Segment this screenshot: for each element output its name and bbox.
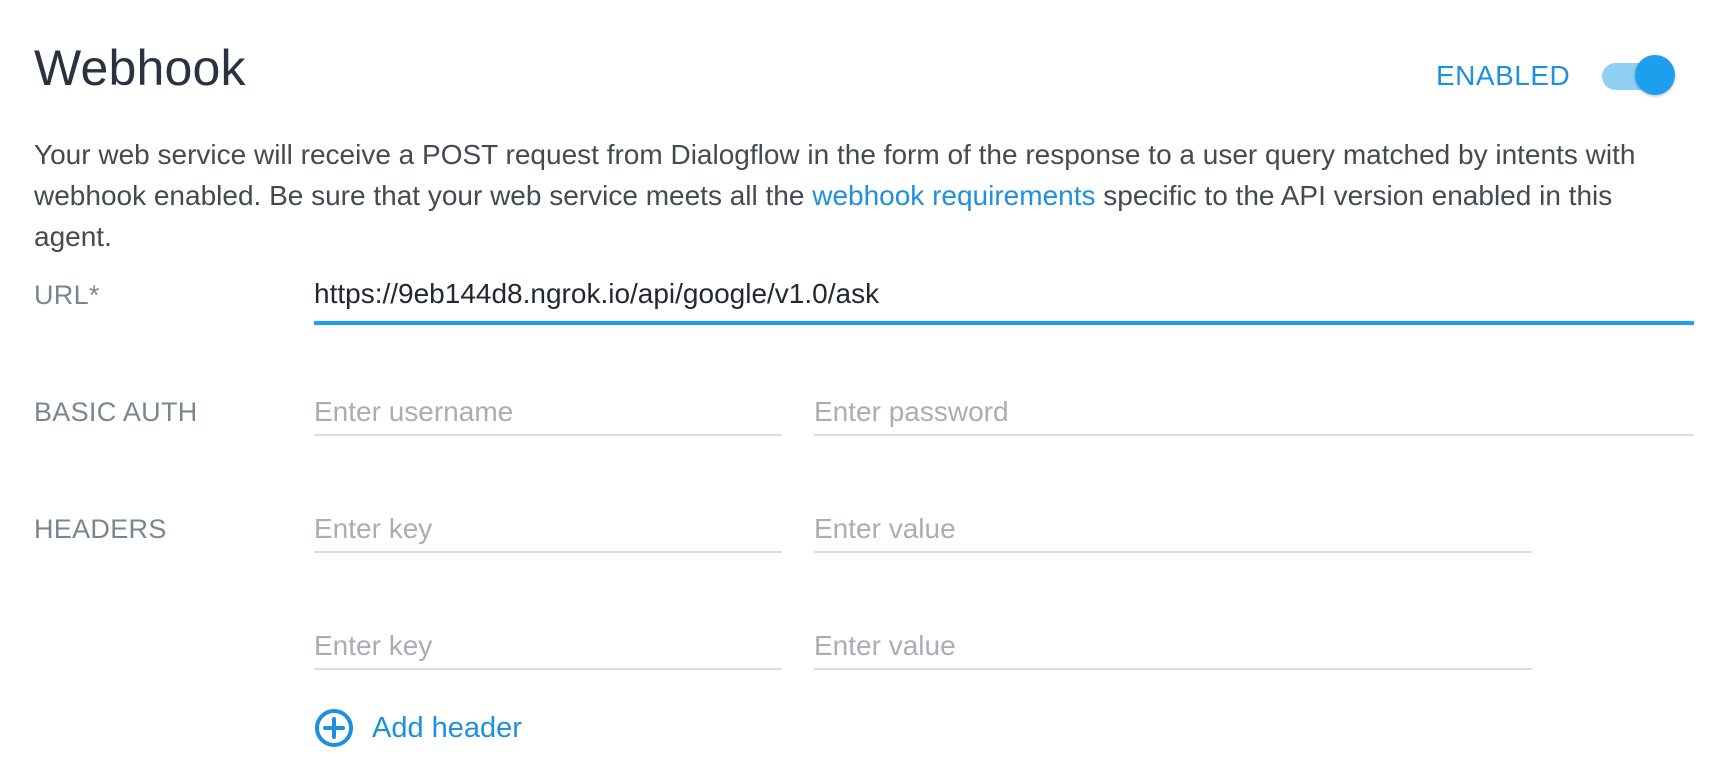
header-value-field-2 <box>814 626 1532 670</box>
url-field <box>314 274 1694 325</box>
header-value-input[interactable] <box>814 626 1532 666</box>
header-value-input[interactable] <box>814 509 1532 549</box>
header-key-input[interactable] <box>314 626 782 666</box>
header-value-field-1 <box>814 509 1532 553</box>
password-input[interactable] <box>814 392 1694 432</box>
webhook-description: Your web service will receive a POST req… <box>34 134 1694 257</box>
webhook-requirements-link[interactable]: webhook requirements <box>812 180 1095 211</box>
page-title: Webhook <box>34 40 246 96</box>
password-field <box>814 392 1694 436</box>
header-key-input[interactable] <box>314 509 782 549</box>
add-header-label: Add header <box>372 712 522 744</box>
toggle-knob <box>1635 55 1675 95</box>
url-input[interactable] <box>314 274 1694 314</box>
webhook-enable-toggle[interactable] <box>1600 55 1675 97</box>
username-input[interactable] <box>314 392 782 432</box>
headers-label: HEADERS <box>34 514 167 544</box>
header-key-field-1 <box>314 509 782 553</box>
url-label: URL* <box>34 280 100 310</box>
username-field <box>314 392 782 436</box>
add-header-button[interactable]: Add header <box>314 706 522 750</box>
webhook-status-label: ENABLED <box>1436 60 1571 91</box>
basic-auth-label: BASIC AUTH <box>34 397 198 427</box>
header-key-field-2 <box>314 626 782 670</box>
add-circle-icon <box>315 709 353 747</box>
